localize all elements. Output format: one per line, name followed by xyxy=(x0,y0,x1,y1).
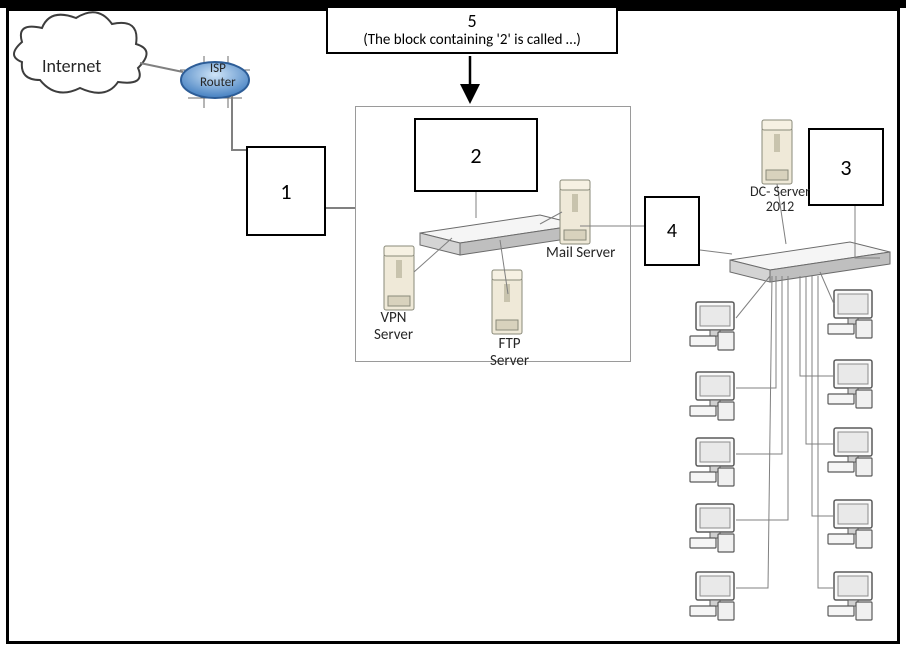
pc-icon xyxy=(690,372,734,420)
internet-label: Internet xyxy=(42,55,101,77)
pc-icon xyxy=(690,504,734,552)
q2-number: 2 xyxy=(470,142,481,169)
q3-number: 3 xyxy=(840,154,851,181)
vpn-label: VPNServer xyxy=(374,310,413,343)
link-switch-pc xyxy=(736,276,782,454)
link-isp-box1 xyxy=(232,96,246,150)
diagram-stage: { "q5": {"line1":"5","line2":"(The block… xyxy=(0,0,906,651)
q4-number: 4 xyxy=(667,219,677,243)
dc-label: DC- Server2012 xyxy=(750,184,810,215)
pc-icon xyxy=(828,290,872,338)
link-switch-pc xyxy=(806,276,834,444)
link-switch-pc xyxy=(736,276,770,318)
question-3-box: 3 xyxy=(808,128,884,206)
q5-number: 5 xyxy=(467,11,476,32)
question-5-box: 5 (The block containing '2' is called …) xyxy=(326,6,618,54)
pc-icon xyxy=(690,438,734,486)
q1-number: 1 xyxy=(280,178,291,205)
lan-switch-icon xyxy=(730,242,890,282)
q5-caption: (The block containing '2' is called …) xyxy=(363,32,581,49)
mail-label: Mail Server xyxy=(546,244,615,262)
pc-icon xyxy=(690,572,734,620)
dc-server-icon xyxy=(762,120,792,184)
link-switch-pc xyxy=(736,276,788,520)
link-box4-switch2 xyxy=(700,250,732,254)
question-1-box: 1 xyxy=(246,146,326,236)
pc-icon xyxy=(828,572,872,620)
link-switch-pc xyxy=(736,276,772,588)
link-cloud-isp xyxy=(140,63,183,72)
pc-icon xyxy=(690,302,734,350)
link-switch-pc xyxy=(820,272,834,304)
pc-icon xyxy=(828,500,872,548)
question-2-box: 2 xyxy=(414,118,538,192)
pc-icon xyxy=(828,428,872,476)
internet-cloud-icon xyxy=(14,12,147,93)
question-4-box: 4 xyxy=(644,196,700,266)
isp-label: ISPRouter xyxy=(200,62,236,91)
pc-icon xyxy=(828,360,872,408)
ftp-label: FTPServer xyxy=(490,336,529,369)
